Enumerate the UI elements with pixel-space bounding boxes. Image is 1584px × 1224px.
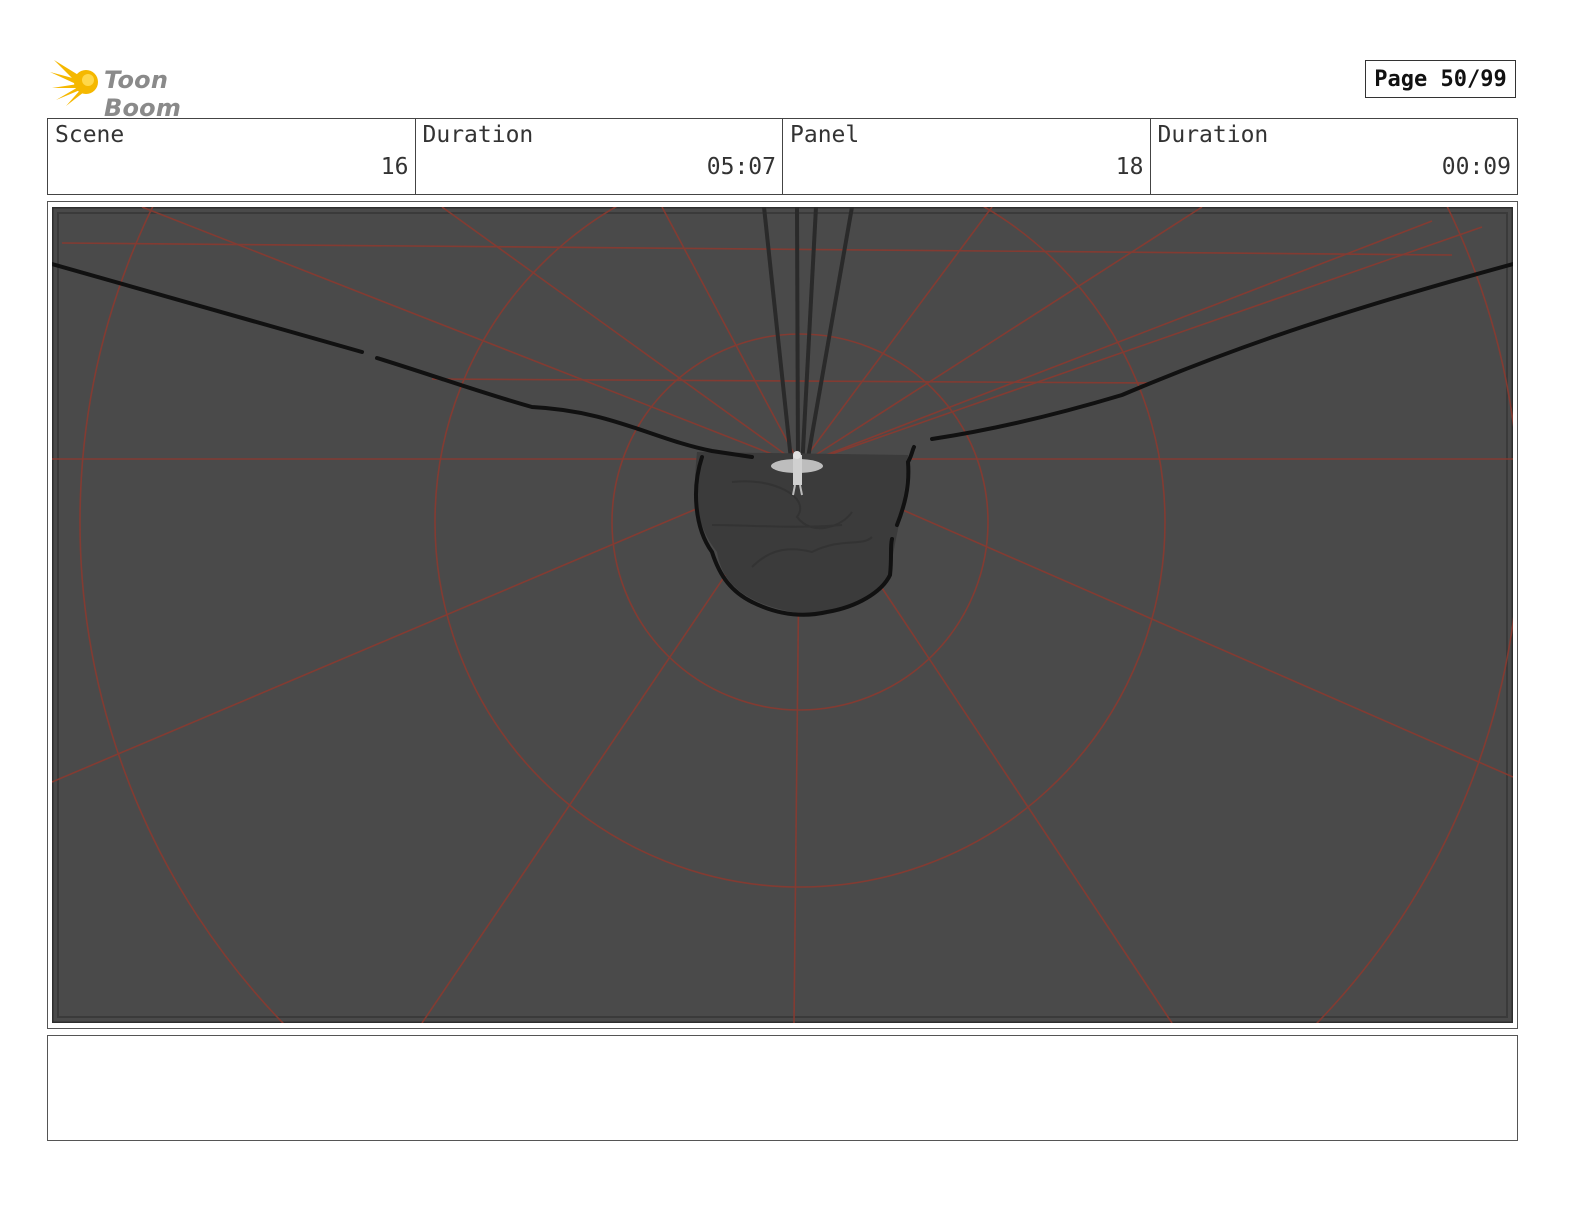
scene-cell: Scene 16 [48, 119, 416, 194]
info-row: Scene 16 Duration 05:07 Panel 18 Duratio… [47, 118, 1518, 195]
notes-box [47, 1035, 1518, 1141]
panel-value: 18 [1115, 154, 1144, 180]
sun-burst-icon [50, 60, 98, 106]
scene-value: 16 [380, 154, 409, 180]
panel-duration-cell: Duration 00:09 [1151, 119, 1518, 194]
panel-duration-value: 00:09 [1441, 154, 1511, 180]
toon-boom-logo: Toon Boom [50, 54, 250, 122]
panel-cell: Panel 18 [783, 119, 1151, 194]
logo-text: Toon Boom [104, 66, 182, 122]
panel-label: Panel [790, 122, 860, 148]
panel-drawing [52, 207, 1513, 1023]
scene-label: Scene [55, 122, 125, 148]
panel-frame [47, 201, 1518, 1029]
page-number: Page 50/99 [1365, 60, 1516, 98]
scene-duration-value: 05:07 [706, 154, 776, 180]
panel-duration-label: Duration [1157, 122, 1269, 148]
scene-duration-cell: Duration 05:07 [416, 119, 783, 194]
scene-duration-label: Duration [422, 122, 534, 148]
